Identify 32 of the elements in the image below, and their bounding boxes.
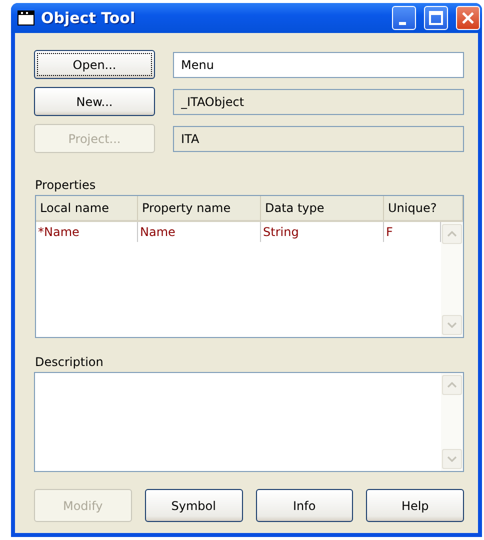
dialog-button[interactable]: Info [256, 489, 354, 522]
close-icon [461, 11, 475, 25]
column-header[interactable]: Local name [36, 196, 138, 220]
window-icon [17, 10, 35, 26]
table-cell: Name [138, 222, 261, 242]
scroll-up-icon[interactable] [442, 375, 462, 395]
column-header[interactable]: Data type [261, 196, 384, 220]
table-cell: String [261, 222, 384, 242]
text-field[interactable]: _ITAObject [173, 88, 464, 114]
column-header[interactable]: Unique? [384, 196, 463, 220]
dialog-button[interactable]: New... [34, 87, 155, 116]
dialog-button[interactable]: Help [366, 489, 464, 522]
dialog-button[interactable]: Open... [34, 50, 155, 79]
scroll-down-icon[interactable] [442, 449, 462, 469]
close-button[interactable] [456, 6, 480, 30]
text-field[interactable]: Menu [173, 52, 464, 78]
minimize-icon [398, 22, 406, 24]
text-field[interactable]: ITA [173, 126, 464, 152]
scroll-down-icon[interactable] [442, 315, 462, 335]
dialog-button[interactable]: Symbol [144, 489, 242, 522]
maximize-icon [429, 11, 443, 25]
window-title: Object Tool [41, 9, 136, 27]
minimize-button[interactable] [392, 6, 416, 30]
table-cell: *Name [36, 222, 138, 242]
section-label: Properties [35, 178, 97, 192]
scrollbar[interactable] [441, 373, 463, 471]
scrollbar[interactable] [441, 222, 463, 337]
maximize-button[interactable] [424, 6, 448, 30]
column-header[interactable]: Property name [138, 196, 261, 220]
scroll-up-icon[interactable] [442, 224, 462, 244]
description-field[interactable] [34, 372, 464, 472]
section-label: Description [35, 355, 104, 369]
